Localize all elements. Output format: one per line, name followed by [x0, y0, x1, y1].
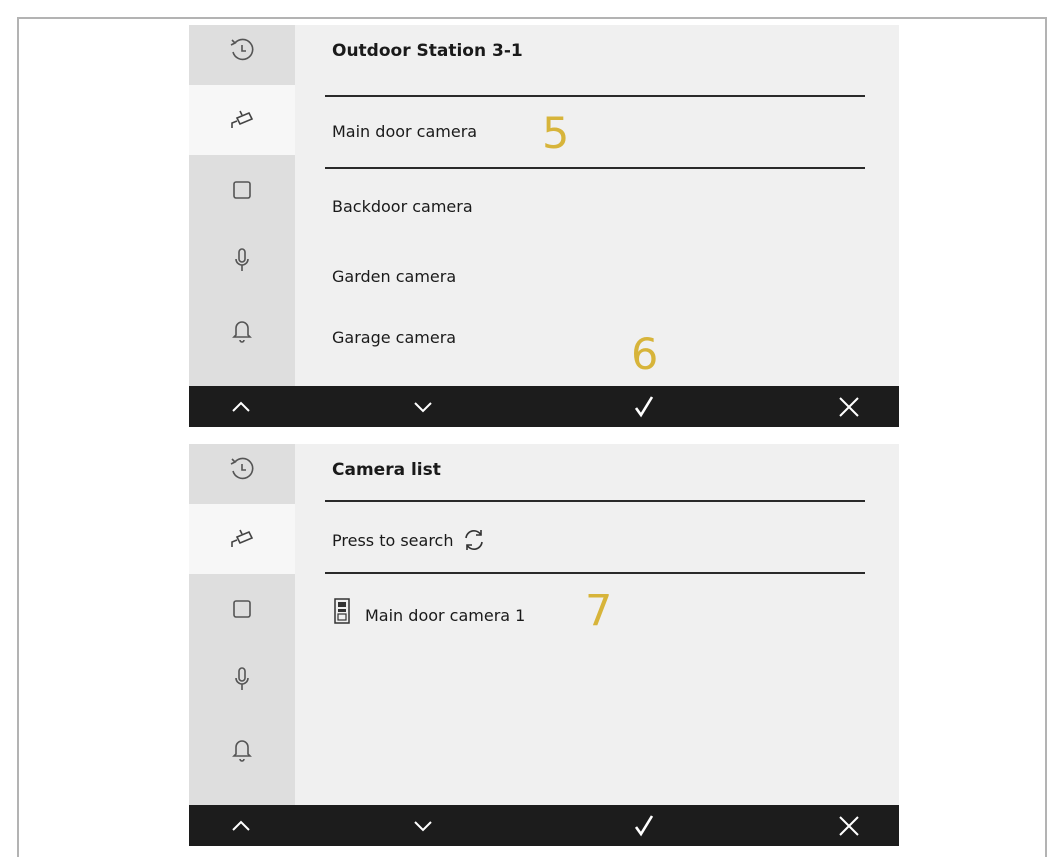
refresh-icon: [464, 530, 483, 550]
content-panel: Camera list Press to search Main door ca…: [295, 444, 899, 806]
sidebar-item-microphone[interactable]: [189, 225, 295, 295]
camera-icon: [231, 529, 254, 547]
microphone-icon: [235, 248, 249, 271]
divider: [325, 95, 865, 97]
callout-number: 5: [542, 109, 570, 159]
scroll-down-button[interactable]: [393, 805, 453, 846]
confirm-button[interactable]: [614, 386, 674, 427]
camera-icon: [231, 110, 254, 128]
callout-number: 7: [585, 586, 613, 636]
callout-number: 6: [631, 330, 659, 380]
chevron-down-icon: [414, 820, 432, 831]
bell-icon: [232, 321, 252, 343]
chevron-up-icon: [232, 401, 250, 412]
checkmark-icon: [634, 814, 654, 836]
sidebar-item-bell[interactable]: [189, 295, 295, 365]
camera-list-item[interactable]: Main door camera 1: [365, 606, 525, 625]
divider: [325, 500, 865, 502]
list-item-garage[interactable]: Garage camera: [332, 328, 456, 347]
sidebar-item-microphone[interactable]: [189, 644, 295, 714]
sidebar: [189, 25, 295, 387]
list-item-garden[interactable]: Garden camera: [332, 267, 456, 286]
square-icon: [233, 181, 251, 199]
sidebar-item-camera[interactable]: [189, 504, 295, 574]
search-label: Press to search: [332, 530, 454, 550]
chevron-down-icon: [414, 401, 432, 412]
close-icon: [839, 815, 859, 836]
page-title: Outdoor Station 3-1: [332, 41, 523, 61]
sidebar-item-bell[interactable]: [189, 714, 295, 784]
sidebar-item-history[interactable]: [189, 25, 295, 85]
sidebar-item-camera[interactable]: [189, 85, 295, 155]
checkmark-icon: [634, 395, 654, 417]
list-item-main-door[interactable]: Main door camera: [332, 122, 477, 141]
cancel-button[interactable]: [819, 386, 879, 427]
microphone-icon: [235, 667, 249, 690]
close-icon: [839, 396, 859, 417]
door-station-icon: [334, 598, 350, 624]
sidebar-item-square[interactable]: [189, 574, 295, 644]
sidebar-item-history[interactable]: [189, 444, 295, 504]
search-button[interactable]: Press to search: [332, 526, 488, 554]
history-icon: [230, 38, 254, 61]
chevron-up-icon: [232, 820, 250, 831]
page-title: Camera list: [332, 460, 441, 480]
scroll-up-button[interactable]: [211, 805, 271, 846]
confirm-button[interactable]: [614, 805, 674, 846]
history-icon: [230, 457, 254, 480]
bottom-toolbar: [189, 386, 899, 427]
content-panel: Outdoor Station 3-1 Main door camera Bac…: [295, 25, 899, 387]
divider: [325, 167, 865, 169]
scroll-down-button[interactable]: [393, 386, 453, 427]
sidebar: [189, 444, 295, 806]
bell-icon: [232, 740, 252, 762]
camera-list-screen: Camera list Press to search Main door ca…: [189, 444, 899, 846]
square-icon: [233, 600, 251, 618]
sidebar-item-square[interactable]: [189, 155, 295, 225]
divider: [325, 572, 865, 574]
bottom-toolbar: [189, 805, 899, 846]
scroll-up-button[interactable]: [211, 386, 271, 427]
cancel-button[interactable]: [819, 805, 879, 846]
outdoor-station-screen: Outdoor Station 3-1 Main door camera Bac…: [189, 25, 899, 427]
list-item-backdoor[interactable]: Backdoor camera: [332, 197, 473, 216]
